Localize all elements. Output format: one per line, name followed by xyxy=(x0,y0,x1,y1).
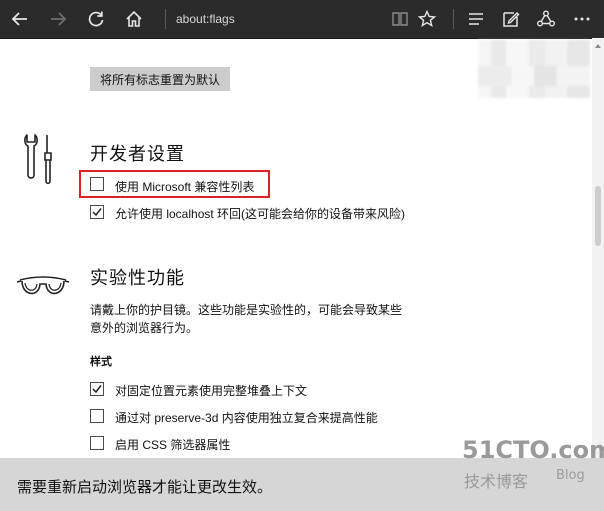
scroll-thumb[interactable] xyxy=(595,186,601,246)
checkmark-icon xyxy=(92,208,102,217)
developer-settings-title: 开发者设置 xyxy=(90,144,185,164)
preserve-3d-compositing-checkbox[interactable] xyxy=(90,409,104,423)
toolbar-separator xyxy=(453,9,454,29)
developer-tools-icon xyxy=(22,133,58,192)
vertical-scrollbar[interactable] xyxy=(592,38,604,458)
restart-message: 需要重新启动浏览器才能让更改生效。 xyxy=(17,479,273,496)
experimental-description: 请戴上你的护目镜。这些功能是实验性的，可能会导致某些意外的浏览器行为。 xyxy=(90,303,403,335)
back-icon[interactable] xyxy=(4,3,36,35)
checkmark-icon xyxy=(92,385,102,394)
web-note-icon[interactable] xyxy=(495,3,527,35)
localhost-loopback-label: 允许使用 localhost 环回(这可能会给你的设备带来风险) xyxy=(115,207,406,221)
watermark-sub: 技术博客 xyxy=(464,472,529,491)
reset-all-flags-button[interactable]: 将所有标志重置为默认 xyxy=(90,67,230,91)
watermark-blog: Blog xyxy=(556,468,585,483)
fixed-position-stacking-label: 对固定位置元素使用完整堆叠上下文 xyxy=(115,384,308,398)
localhost-loopback-checkbox[interactable] xyxy=(90,205,104,219)
ms-compat-list-label: 使用 Microsoft 兼容性列表 xyxy=(115,180,255,194)
ms-compat-list-checkbox[interactable] xyxy=(90,177,104,191)
refresh-icon[interactable] xyxy=(80,3,112,35)
css-filter-label: 启用 CSS 筛选器属性 xyxy=(115,438,231,452)
more-icon[interactable] xyxy=(566,3,598,35)
watermark-logo: 51CTO.com 技术博客 Blog xyxy=(462,436,604,496)
browser-toolbar: about:flags xyxy=(0,0,604,39)
experimental-features-title: 实验性功能 xyxy=(90,268,185,288)
watermark-main: 51CTO.com xyxy=(462,436,604,464)
forward-icon[interactable] xyxy=(42,3,74,35)
favorite-star-icon[interactable] xyxy=(411,3,443,35)
fixed-position-stacking-checkbox[interactable] xyxy=(90,382,104,396)
goggles-icon xyxy=(16,272,70,307)
address-separator xyxy=(165,9,166,29)
obscured-region xyxy=(478,40,590,98)
scroll-up-arrow-icon[interactable] xyxy=(595,44,601,48)
share-icon[interactable] xyxy=(530,3,562,35)
styles-subheading: 样式 xyxy=(90,356,112,368)
css-filter-checkbox[interactable] xyxy=(90,436,104,450)
preserve-3d-compositing-label: 通过对 preserve-3d 内容使用独立复合来提高性能 xyxy=(115,411,378,425)
home-icon[interactable] xyxy=(118,3,150,35)
hub-icon[interactable] xyxy=(460,3,492,35)
address-bar[interactable]: about:flags xyxy=(176,10,235,28)
